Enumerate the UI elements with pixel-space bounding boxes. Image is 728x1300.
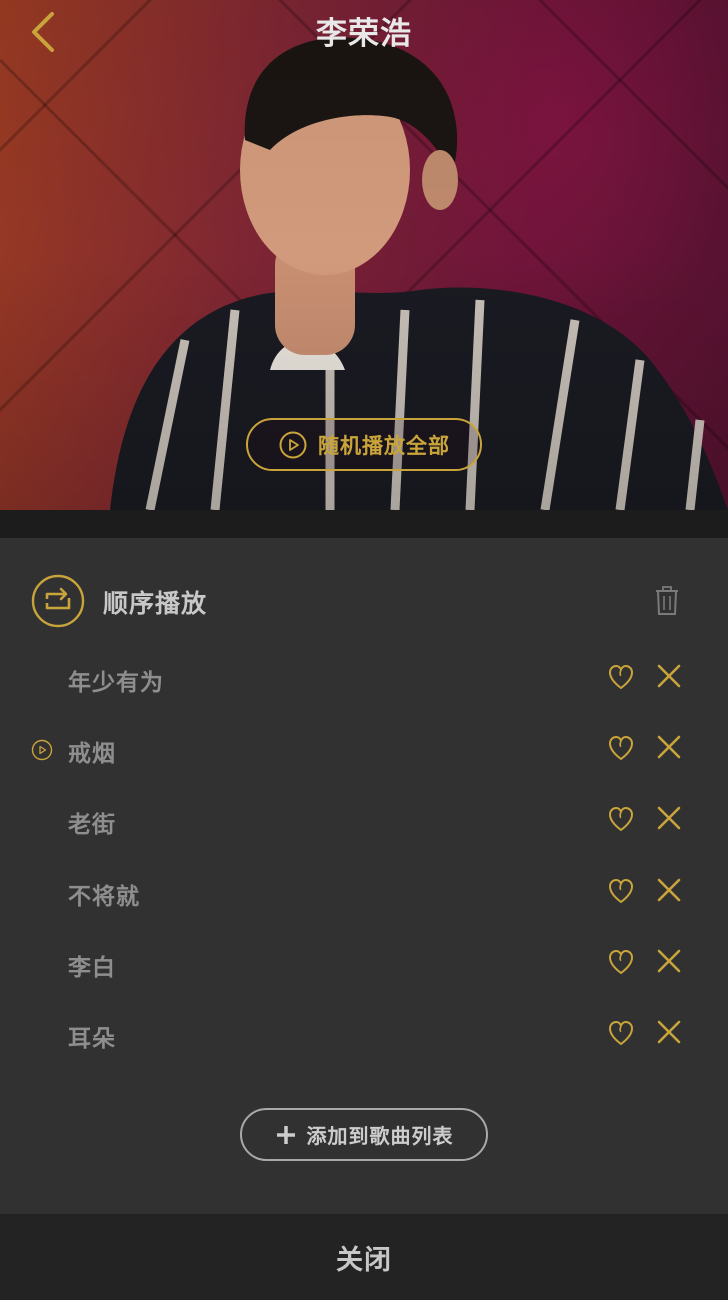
song-row[interactable]: 老街 bbox=[0, 787, 728, 858]
play-mode-label: 顺序播放 bbox=[103, 589, 208, 618]
close-icon[interactable] bbox=[656, 1019, 682, 1045]
song-title: 李白 bbox=[68, 954, 116, 981]
trash-icon bbox=[656, 586, 678, 615]
heart-icon[interactable] bbox=[608, 877, 634, 905]
repeat-sequence-icon bbox=[31, 574, 85, 628]
close-icon[interactable] bbox=[656, 805, 682, 831]
heart-icon[interactable] bbox=[608, 1019, 634, 1047]
close-icon[interactable] bbox=[656, 877, 682, 903]
song-row[interactable]: 耳朵 bbox=[0, 1001, 728, 1072]
divider bbox=[0, 510, 728, 538]
close-button[interactable]: 关闭 bbox=[0, 1214, 728, 1300]
song-title: 耳朵 bbox=[68, 1026, 116, 1052]
shuffle-all-label: 随机播放全部 bbox=[318, 433, 450, 458]
shuffle-all-button[interactable]: 随机播放全部 bbox=[246, 418, 482, 471]
close-icon[interactable] bbox=[656, 734, 682, 760]
heart-icon[interactable] bbox=[608, 948, 634, 976]
song-title: 戒烟 bbox=[68, 741, 116, 768]
close-label: 关闭 bbox=[336, 1244, 392, 1276]
heart-icon[interactable] bbox=[608, 805, 634, 833]
add-to-song-list-button[interactable]: 添加到歌曲列表 bbox=[240, 1108, 488, 1161]
close-icon[interactable] bbox=[656, 948, 682, 974]
song-row[interactable]: 李白 bbox=[0, 930, 728, 1001]
song-row[interactable]: 年少有为 bbox=[0, 645, 728, 716]
song-title: 不将就 bbox=[68, 883, 140, 910]
song-row[interactable]: 不将就 bbox=[0, 859, 728, 930]
playlist-panel: 顺序播放 年少有为戒烟老街不将就李白耳朵 添加到歌曲列表 bbox=[0, 538, 728, 1214]
song-title: 老街 bbox=[68, 812, 116, 839]
artist-name-title: 李荣浩 bbox=[316, 16, 412, 52]
add-to-song-list-label: 添加到歌曲列表 bbox=[306, 1124, 454, 1148]
play-mode-button[interactable] bbox=[31, 574, 85, 628]
play-circle-icon bbox=[279, 431, 307, 458]
song-title: 年少有为 bbox=[68, 670, 164, 696]
close-icon[interactable] bbox=[656, 663, 682, 689]
plus-icon bbox=[276, 1125, 295, 1144]
now-playing-icon bbox=[31, 739, 53, 761]
heart-icon[interactable] bbox=[608, 663, 634, 691]
clear-playlist-button[interactable] bbox=[654, 585, 680, 617]
heart-icon[interactable] bbox=[608, 734, 634, 762]
song-row[interactable]: 戒烟 bbox=[0, 716, 728, 787]
